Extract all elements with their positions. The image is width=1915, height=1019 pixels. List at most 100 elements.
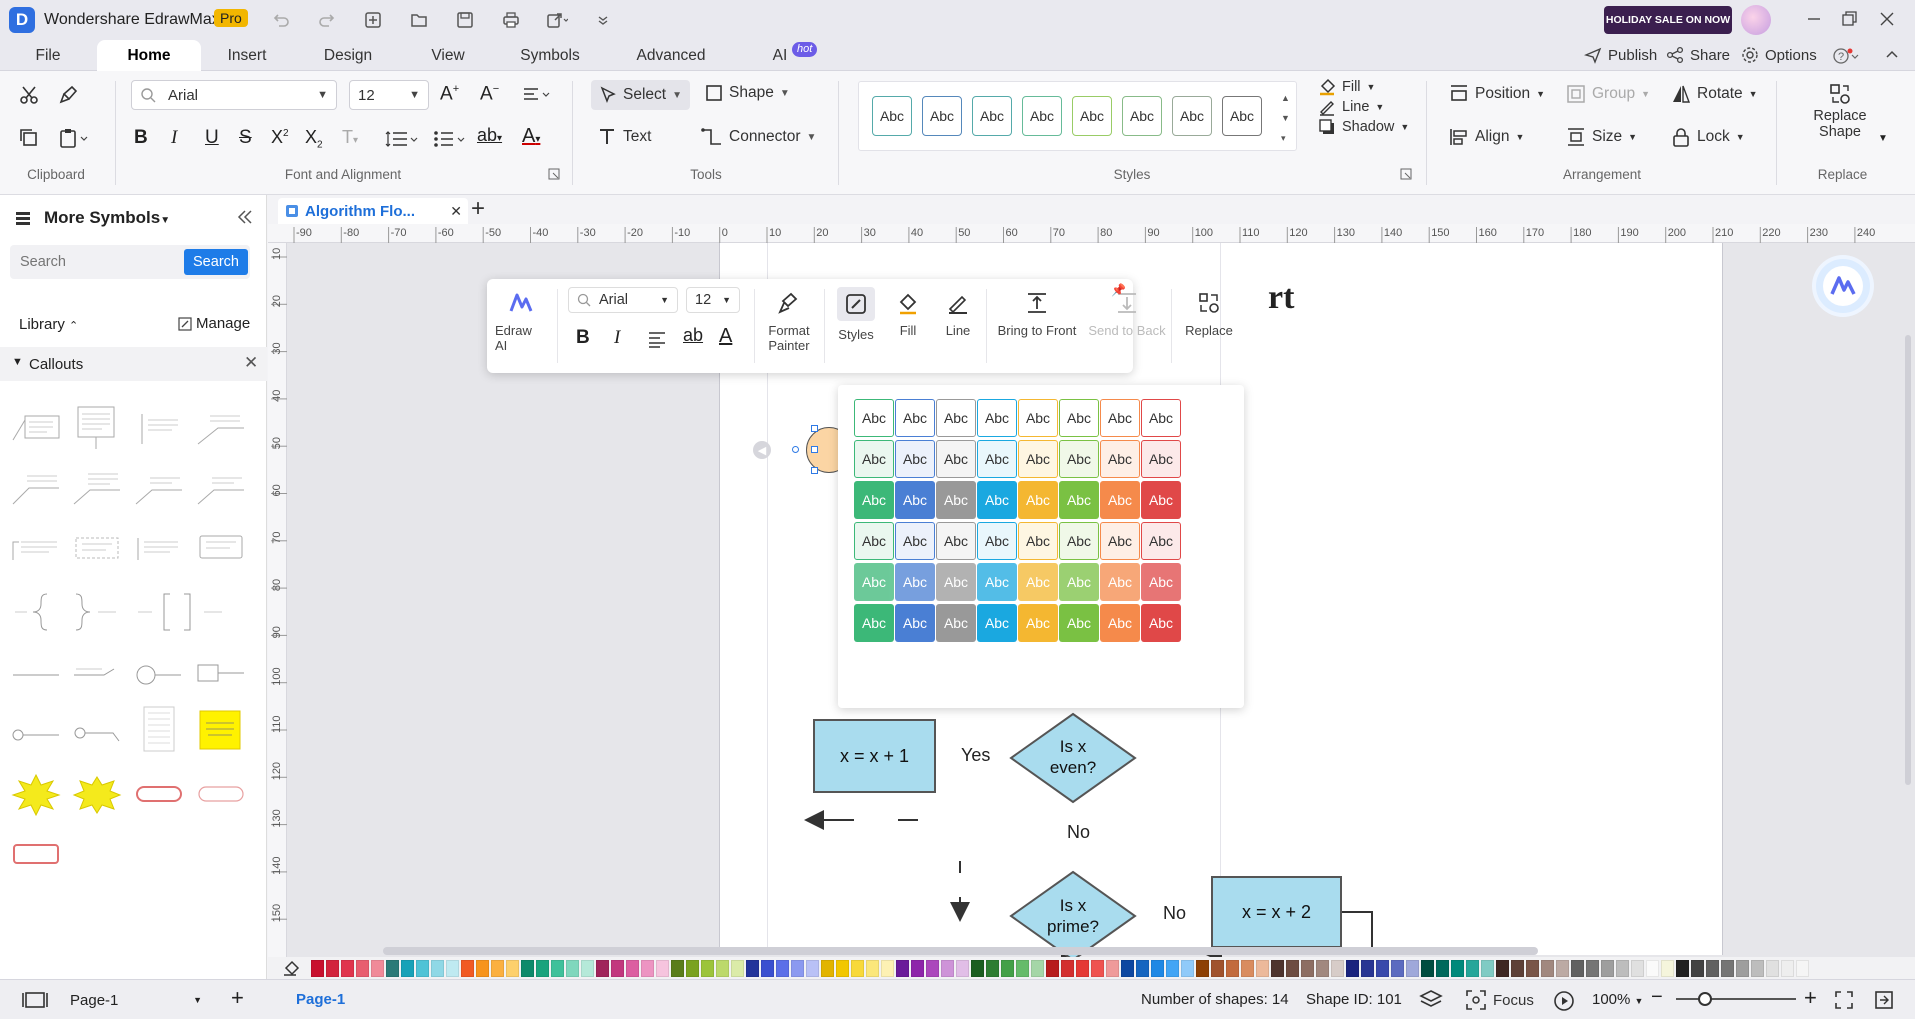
style-palette-swatch[interactable]: Abc xyxy=(1100,440,1140,478)
increase-font-icon[interactable]: A+ xyxy=(440,83,459,105)
zoom-out-icon[interactable]: − xyxy=(1651,986,1663,1009)
tab-ai[interactable]: AI xyxy=(768,40,792,71)
select-tool-button[interactable]: Select ▼ xyxy=(591,80,690,110)
position-button[interactable]: Position ▼ xyxy=(1449,84,1545,104)
color-swatch[interactable] xyxy=(1751,960,1764,977)
color-swatch[interactable] xyxy=(956,960,969,977)
align-button[interactable]: Align ▼ xyxy=(1449,127,1524,147)
color-swatch[interactable] xyxy=(671,960,684,977)
callout-symbol[interactable] xyxy=(134,773,184,813)
edraw-ai-float-button[interactable] xyxy=(1816,259,1870,313)
color-swatch[interactable] xyxy=(761,960,774,977)
color-swatch[interactable] xyxy=(836,960,849,977)
style-palette-swatch[interactable]: Abc xyxy=(1018,563,1058,601)
style-palette-swatch[interactable]: Abc xyxy=(1059,440,1099,478)
color-swatch[interactable] xyxy=(941,960,954,977)
bring-to-front-button[interactable]: Bring to Front xyxy=(992,291,1082,338)
symbol-search-button[interactable]: Search xyxy=(184,249,248,275)
style-palette-swatch[interactable]: Abc xyxy=(977,481,1017,519)
add-tab-icon[interactable]: + xyxy=(471,195,485,223)
color-swatch[interactable] xyxy=(656,960,669,977)
connector-tool-button[interactable]: Connector ▼ xyxy=(701,127,816,147)
horizontal-scrollbar[interactable] xyxy=(383,947,1538,955)
zoom-slider[interactable] xyxy=(1676,998,1796,1000)
color-swatch[interactable] xyxy=(1046,960,1059,977)
format-painter-button[interactable]: Format Painter xyxy=(762,291,816,353)
color-swatch[interactable] xyxy=(716,960,729,977)
bullet-list-icon[interactable] xyxy=(432,129,466,149)
fullscreen-icon[interactable] xyxy=(1874,990,1894,1010)
color-swatch[interactable] xyxy=(731,960,744,977)
style-palette-swatch[interactable]: Abc xyxy=(977,440,1017,478)
style-palette-swatch[interactable]: Abc xyxy=(1059,563,1099,601)
panel-title[interactable]: More Symbols▼ xyxy=(44,208,170,228)
style-swatch[interactable]: Abc xyxy=(922,96,962,136)
color-swatch[interactable] xyxy=(461,960,474,977)
color-swatch[interactable] xyxy=(1631,960,1644,977)
color-swatch[interactable] xyxy=(1181,960,1194,977)
color-swatch[interactable] xyxy=(1481,960,1494,977)
color-swatch[interactable] xyxy=(431,960,444,977)
style-palette-swatch[interactable]: Abc xyxy=(936,522,976,560)
page-selector[interactable]: Page-1 ▼ xyxy=(62,988,202,1012)
group-button[interactable]: Group ▼ xyxy=(1566,84,1650,104)
color-swatch[interactable] xyxy=(866,960,879,977)
style-palette-swatch[interactable]: Abc xyxy=(854,481,894,519)
color-swatch[interactable] xyxy=(446,960,459,977)
callout-symbol[interactable] xyxy=(134,470,184,510)
text-highlight-icon[interactable]: ab▾ xyxy=(477,125,502,146)
lock-button[interactable]: Lock ▼ xyxy=(1671,127,1745,147)
color-swatch[interactable] xyxy=(1286,960,1299,977)
collapse-ribbon-icon[interactable] xyxy=(1884,47,1900,63)
style-palette-swatch[interactable]: Abc xyxy=(895,522,935,560)
color-swatch[interactable] xyxy=(1496,960,1509,977)
callouts-section-header[interactable]: ▼ Callouts ✕ xyxy=(0,347,267,381)
color-swatch[interactable] xyxy=(806,960,819,977)
style-palette-swatch[interactable]: Abc xyxy=(1141,399,1181,437)
page-tab-active[interactable]: Page-1 xyxy=(296,991,345,1008)
style-swatch[interactable]: Abc xyxy=(1222,96,1262,136)
color-swatch[interactable] xyxy=(1406,960,1419,977)
color-swatch[interactable] xyxy=(1121,960,1134,977)
decrease-font-icon[interactable]: A− xyxy=(480,83,499,105)
style-swatch[interactable]: Abc xyxy=(1072,96,1112,136)
style-palette-swatch[interactable]: Abc xyxy=(854,440,894,478)
color-swatch[interactable] xyxy=(1556,960,1569,977)
callout-symbol[interactable] xyxy=(72,773,122,814)
color-swatch[interactable] xyxy=(506,960,519,977)
color-swatch[interactable] xyxy=(1466,960,1479,977)
export-icon[interactable] xyxy=(546,9,568,31)
style-palette-swatch[interactable]: Abc xyxy=(1059,522,1099,560)
color-swatch[interactable] xyxy=(521,960,534,977)
color-swatch[interactable] xyxy=(611,960,624,977)
restore-icon[interactable] xyxy=(1839,9,1859,29)
style-swatch[interactable]: Abc xyxy=(872,96,912,136)
color-swatch[interactable] xyxy=(1706,960,1719,977)
close-icon[interactable] xyxy=(1877,9,1897,29)
callout-symbol[interactable] xyxy=(11,470,61,510)
style-palette-swatch[interactable]: Abc xyxy=(936,440,976,478)
process-node-increment-2[interactable]: x = x + 2 xyxy=(1211,876,1342,948)
popup-align-icon[interactable] xyxy=(647,329,667,349)
color-swatch[interactable] xyxy=(701,960,714,977)
more-chevron-icon[interactable] xyxy=(592,9,614,31)
color-swatch[interactable] xyxy=(536,960,549,977)
color-swatch[interactable] xyxy=(1721,960,1734,977)
format-brush-icon[interactable] xyxy=(58,84,80,106)
callout-symbol[interactable] xyxy=(72,715,122,755)
shape-tool-button[interactable]: Shape ▼ xyxy=(705,84,790,102)
flowchart-title[interactable]: rt xyxy=(1268,279,1294,317)
fill-tool-icon[interactable] xyxy=(282,959,302,977)
color-swatch[interactable] xyxy=(1391,960,1404,977)
color-swatch[interactable] xyxy=(476,960,489,977)
callout-symbol[interactable] xyxy=(196,410,246,450)
style-swatch[interactable]: Abc xyxy=(1172,96,1212,136)
help-icon[interactable]: ? xyxy=(1832,47,1860,65)
underline-icon[interactable]: U xyxy=(205,127,219,149)
color-swatch[interactable] xyxy=(1031,960,1044,977)
tab-home[interactable]: Home xyxy=(97,40,201,71)
color-swatch[interactable] xyxy=(596,960,609,977)
font-family-select[interactable]: Arial ▼ xyxy=(131,80,337,110)
style-palette-swatch[interactable]: Abc xyxy=(1100,399,1140,437)
color-swatch[interactable] xyxy=(1796,960,1809,977)
